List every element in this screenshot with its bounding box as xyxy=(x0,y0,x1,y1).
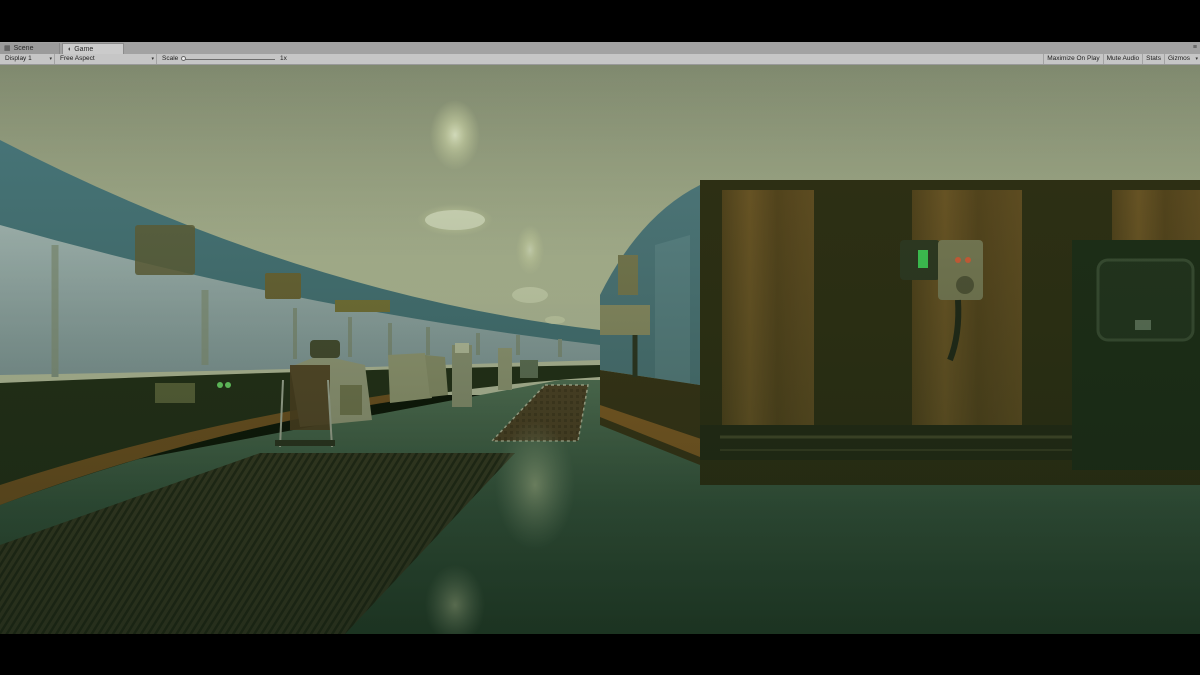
aspect-dropdown[interactable]: Free Aspect ▾ xyxy=(57,54,157,64)
tab-scene-label: Scene xyxy=(13,45,34,52)
tab-game[interactable]: ◖ Game xyxy=(62,43,124,54)
aspect-dropdown-value: Free Aspect xyxy=(60,55,95,62)
scale-slider-thumb[interactable] xyxy=(181,56,186,61)
scale-control: Scale 1x xyxy=(159,54,294,64)
pacman-icon: ◖ xyxy=(67,45,72,53)
scale-value: 1x xyxy=(280,55,287,62)
display-dropdown-value: Display 1 xyxy=(5,55,32,62)
grid-icon: ▦ xyxy=(4,45,11,52)
stats-toggle[interactable]: Stats xyxy=(1142,54,1164,64)
dropdown-arrow-icon: ▾ xyxy=(151,56,154,62)
game-view-toolbar: Display 1 ▾ Free Aspect ▾ Scale 1x Maxim… xyxy=(0,54,1200,65)
game-viewport[interactable] xyxy=(0,65,1200,634)
gizmos-label: Gizmos xyxy=(1167,55,1190,62)
menu-icon[interactable]: ≡ xyxy=(1193,42,1197,54)
gizmos-dropdown[interactable]: Gizmos ▾ xyxy=(1163,54,1200,64)
scale-slider-track[interactable] xyxy=(183,58,275,60)
tab-game-label: Game xyxy=(74,45,94,53)
scale-label: Scale xyxy=(162,55,179,62)
maximize-on-play-toggle[interactable]: Maximize On Play xyxy=(1043,54,1102,64)
letterbox-top xyxy=(0,0,1200,42)
tab-scene[interactable]: ▦ Scene xyxy=(0,43,60,54)
dropdown-arrow-icon: ▾ xyxy=(49,56,52,62)
display-dropdown[interactable]: Display 1 ▾ xyxy=(2,54,55,64)
letterbox-bottom xyxy=(0,634,1200,675)
dropdown-arrow-icon: ▾ xyxy=(1195,56,1198,62)
ship-bridge-scene xyxy=(0,65,1200,634)
mute-audio-toggle[interactable]: Mute Audio xyxy=(1102,54,1143,64)
